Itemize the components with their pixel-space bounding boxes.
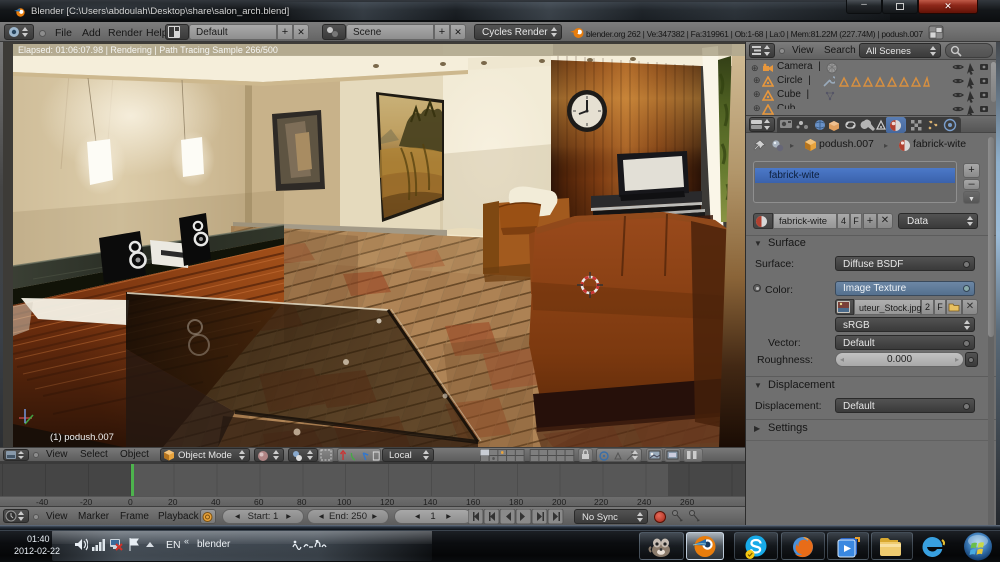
svg-text:Elapsed: 01:06:07.98 | Renderi: Elapsed: 01:06:07.98 | Rendering | Path … [18, 45, 278, 55]
svg-text:(1) podush.007: (1) podush.007 [50, 432, 114, 443]
